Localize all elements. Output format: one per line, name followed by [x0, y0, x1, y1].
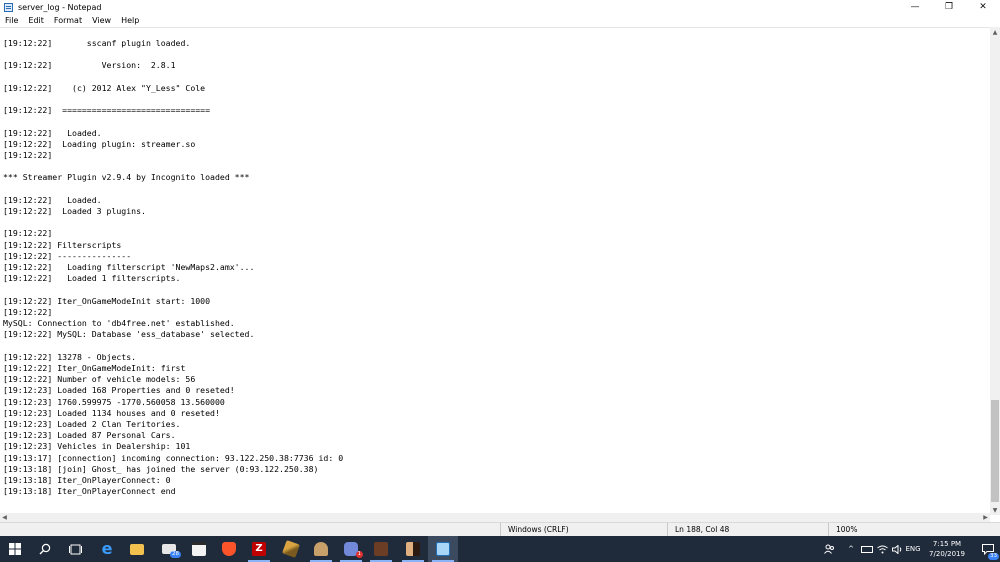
tray-people[interactable] — [820, 536, 838, 562]
tray-wifi[interactable] — [875, 536, 889, 562]
horizontal-scrollbar[interactable]: ◀ ▶ — [0, 513, 990, 522]
menu-format[interactable]: Format — [49, 16, 87, 25]
edge-icon: e — [101, 539, 113, 558]
taskbar-brave[interactable] — [214, 536, 244, 562]
brave-icon — [222, 542, 236, 556]
task-view-button[interactable] — [60, 536, 90, 562]
menu-bar: File Edit Format View Help — [0, 14, 1000, 27]
task-view-icon — [68, 544, 82, 554]
volume-icon — [891, 544, 901, 554]
search-icon — [39, 543, 51, 555]
folder-icon — [130, 543, 144, 555]
taskbar-edge[interactable]: e — [92, 536, 122, 562]
game-client-icon — [374, 542, 388, 556]
menu-file[interactable]: File — [0, 16, 23, 25]
menu-view[interactable]: View — [87, 16, 116, 25]
restore-button[interactable]: ❐ — [932, 0, 966, 14]
minimize-button[interactable]: — — [898, 0, 932, 14]
tray-battery[interactable] — [860, 536, 874, 562]
menu-edit[interactable]: Edit — [23, 16, 49, 25]
status-zoom: 100% — [828, 523, 1000, 536]
taskbar-store[interactable] — [184, 536, 214, 562]
store-icon — [192, 542, 206, 556]
taskbar-mail[interactable]: 28 — [154, 536, 184, 562]
taskbar-notepad[interactable] — [428, 536, 458, 562]
scroll-up-arrow[interactable]: ▲ — [990, 27, 1000, 37]
mail-badge: 28 — [170, 551, 181, 558]
vertical-scrollbar[interactable]: ▲ ▼ — [990, 27, 1000, 515]
windows-icon — [9, 543, 21, 555]
status-line-ending: Windows (CRLF) — [500, 523, 667, 536]
wifi-icon — [876, 545, 888, 553]
tool-icon — [282, 540, 300, 558]
close-button[interactable]: ✕ — [966, 0, 1000, 14]
status-bar: Windows (CRLF) Ln 188, Col 48 100% — [0, 522, 1000, 536]
discord-badge: 1 — [355, 551, 363, 558]
taskbar-game-app[interactable] — [306, 536, 336, 562]
taskbar-clock[interactable]: 7:15 PM 7/20/2019 — [918, 536, 976, 562]
scroll-down-arrow[interactable]: ▼ — [990, 505, 1000, 515]
window-title: server_log - Notepad — [18, 2, 102, 12]
start-button[interactable] — [0, 536, 30, 562]
tray-volume[interactable] — [890, 536, 904, 562]
taskbar-discord[interactable]: 1 — [336, 536, 366, 562]
game-launcher-icon — [406, 542, 420, 556]
notepad-taskbar-icon — [436, 542, 450, 556]
people-icon — [823, 544, 834, 554]
vertical-scroll-thumb[interactable] — [991, 400, 999, 502]
clock-date: 7/20/2019 — [929, 550, 965, 558]
clock-time: 7:15 PM — [932, 540, 962, 548]
notification-badge: 33 — [988, 553, 999, 560]
search-button[interactable] — [30, 536, 60, 562]
taskbar-game-client[interactable] — [366, 536, 396, 562]
scroll-right-arrow[interactable]: ▶ — [981, 513, 990, 522]
scroll-left-arrow[interactable]: ◀ — [0, 513, 9, 522]
game-character-icon — [314, 542, 328, 556]
battery-icon — [861, 545, 873, 553]
taskbar-game-launcher[interactable] — [398, 536, 428, 562]
menu-help[interactable]: Help — [116, 16, 144, 25]
window-controls: — ❐ ✕ — [898, 0, 1000, 14]
taskbar-filezilla[interactable]: Z — [244, 536, 274, 562]
taskbar: e 28 Z 1 ^ ENG 7:15 PM 7/20/2019 33 — [0, 536, 1000, 562]
taskbar-app-tool[interactable] — [276, 536, 306, 562]
editor-text[interactable]: [19:12:22] sscanf plugin loaded. [19:12:… — [3, 38, 343, 497]
filezilla-icon: Z — [252, 542, 266, 556]
title-bar: server_log - Notepad — ❐ ✕ — [0, 0, 1000, 14]
action-center-button[interactable]: 33 — [976, 536, 1000, 562]
text-editor[interactable]: [19:12:22] sscanf plugin loaded. [19:12:… — [0, 27, 990, 516]
tray-chevron[interactable]: ^ — [844, 536, 858, 562]
status-cursor-position: Ln 188, Col 48 — [667, 523, 828, 536]
notepad-icon — [4, 2, 13, 12]
taskbar-file-explorer[interactable] — [122, 536, 152, 562]
